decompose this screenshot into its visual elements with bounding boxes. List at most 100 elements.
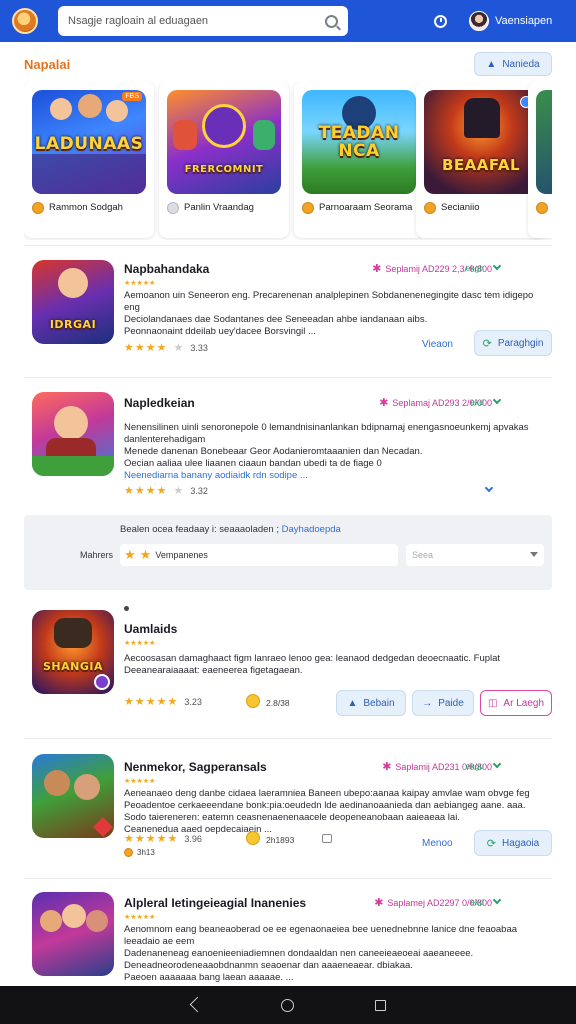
game-thumbnail[interactable] (32, 392, 114, 476)
card-title: Panlin Vraandag (184, 202, 254, 213)
mini-rating-stars: ★★★★★ (124, 914, 156, 921)
featured-card[interactable]: LADUNAAS FBS Rammon Sodgah (24, 82, 154, 238)
divider (24, 245, 552, 246)
primary-action-button[interactable]: ⟳ Paraghgin (474, 330, 552, 356)
item-description: Nenensilinen uinli senoronepole 0 lemand… (124, 422, 550, 482)
description-line: Menede danenan Bonebeaar Geor Aodanierom… (124, 446, 423, 457)
button-label: Hagaoia (501, 837, 540, 849)
coin-icon (536, 202, 548, 214)
description-line: Deeanearaiaaaat: eaeneerea figetagaean. (124, 665, 303, 676)
mini-rating-stars: ★★★★★ (124, 640, 156, 647)
description-line: Aemoanon uin Seneeron eng. Precarenenan … (124, 290, 534, 313)
item-rating: ★★★★ ★ 3.33 (124, 342, 208, 354)
status-label: ekgh (465, 263, 484, 273)
chevron-down-icon (530, 552, 538, 557)
filter-note-link[interactable]: Dayhadoepda (282, 524, 341, 535)
filter-label: Mahrers (80, 550, 114, 560)
description-line: Nenensilinen uinli senoronepole 0 lemand… (124, 422, 529, 445)
filter-input-value: Vempanenes (155, 550, 208, 560)
game-thumbnail[interactable] (32, 754, 114, 838)
game-thumbnail[interactable]: SHANGIA (32, 610, 114, 694)
rating-count: 3.96 (184, 833, 202, 844)
game-thumbnail[interactable] (32, 892, 114, 976)
search-bar[interactable] (58, 6, 348, 36)
thumb-up-icon: ▲ (486, 58, 497, 70)
emoji-icon[interactable] (246, 831, 260, 845)
view-link[interactable]: Vieaon (422, 339, 453, 350)
button-label: Paraghgin (497, 337, 544, 349)
star-icon[interactable]: ★ (140, 547, 152, 563)
chevron-down-icon[interactable] (492, 759, 502, 769)
username[interactable]: Vaensiapen (495, 15, 552, 27)
item-title[interactable]: Uamlaids (124, 622, 177, 636)
avatar[interactable] (469, 11, 489, 31)
status-label: ekd (470, 897, 484, 907)
chevron-down-icon[interactable] (492, 261, 502, 271)
list-item[interactable]: SHANGIA Uamlaids ★★★★★ Aecoosasan damagh… (24, 598, 552, 728)
emoji-icon[interactable] (246, 694, 260, 708)
featured-card[interactable]: FRERCOMNIT Panlin Vraandag (159, 82, 289, 238)
item-rating: ★★★★★ 3.23 (124, 696, 202, 708)
description-line: Neenediarna banany aodiaidk rdn sodipe .… (124, 470, 308, 481)
list-item[interactable]: Napledkeian ✱ Seplamaj AD293 2/0/000 ekd … (24, 384, 552, 504)
primary-action-button[interactable]: ⟳ Hagaoia (474, 830, 552, 856)
coin-count-value: 3h13 (137, 848, 155, 857)
game-artwork (536, 90, 552, 194)
card-title: Secianiio (441, 202, 480, 213)
game-artwork: FRERCOMNIT (167, 90, 281, 194)
app-logo[interactable] (12, 8, 38, 34)
star-icon[interactable]: ★ (124, 547, 136, 563)
filter-panel: Bealen ocea feadaay i: seaaaoladen ; Day… (24, 515, 552, 590)
filter-note-text: Bealen ocea feadaay i: seaaaoladen ; (120, 524, 279, 535)
artwork-title: BEAAFAL (441, 156, 521, 174)
divider (24, 878, 552, 879)
item-rating: ★★★★ ★ 3.32 (124, 485, 208, 497)
game-thumbnail[interactable]: IDRGAI (32, 260, 114, 344)
search-input[interactable] (68, 15, 325, 27)
chevron-down-icon[interactable] (492, 895, 502, 905)
share-button[interactable]: → Paide (412, 690, 474, 716)
featured-card[interactable]: Sa (528, 82, 552, 238)
view-link[interactable]: Menoo (422, 838, 453, 849)
chevron-down-icon[interactable] (484, 483, 494, 493)
featured-card[interactable]: BEAAFAL Secianiio (416, 82, 546, 238)
back-icon[interactable] (190, 999, 200, 1011)
section-action-button[interactable]: ▲ Nanieda (474, 52, 552, 76)
item-title[interactable]: Alpleral Ietingeieagial Inanenies (124, 896, 306, 910)
card-title: Rammon Sodgah (49, 202, 123, 213)
recent-apps-icon[interactable] (374, 999, 386, 1011)
bullet-icon (124, 606, 129, 611)
comment-icon[interactable] (322, 834, 332, 843)
like-button[interactable]: ▲ Bebain (336, 690, 406, 716)
divider (24, 377, 552, 378)
featured-card[interactable]: TEADAN NCA Parnoaraam Seorama (294, 82, 424, 238)
description-line: Peoadentoe cerkaeeendane bonk:pia:oeuded… (124, 800, 526, 811)
history-icon[interactable] (434, 14, 447, 28)
artwork-title: FRERCOMNIT (184, 164, 264, 175)
sort-select[interactable]: Seea (406, 544, 544, 566)
list-item[interactable]: IDRGAI Napbahandaka ★★★★★ ✱ Seplamij AD22… (24, 252, 552, 370)
cart-button[interactable]: ◫ Ar Laegh (480, 690, 552, 716)
description-line: Sodo taiereneren: eatemn ceasnenaenenaac… (124, 812, 460, 823)
refresh-icon: ⟳ (482, 337, 492, 350)
description-line: Deciolandanaes dae Sodantanes dee Seneea… (124, 314, 428, 325)
rating-filter-input[interactable]: ★ ★ Vempanenes (120, 544, 398, 566)
item-title[interactable]: Nenmekor, Sagperansals (124, 760, 267, 774)
list-item[interactable]: Nenmekor, Sagperansals ★★★★★ ✱ Saplamij A… (24, 744, 552, 874)
item-title[interactable]: Napledkeian (124, 396, 195, 410)
description-line: Oecian aaliaa ulee liaanen ciaaun bandan… (124, 458, 382, 469)
item-description: Aecoosasan damaghaact figm lanraeo lenoo… (124, 653, 550, 677)
refresh-icon: ⟳ (486, 837, 496, 850)
tag-icon: ✱ (379, 397, 389, 409)
chevron-down-icon[interactable] (492, 395, 502, 405)
list-item[interactable]: Alpleral Ietingeieagial Inanenies ★★★★★ … (24, 884, 552, 984)
status-label: ekd (470, 397, 484, 407)
coin-icon (424, 202, 436, 214)
search-icon[interactable] (325, 14, 338, 28)
item-title[interactable]: Napbahandaka (124, 262, 209, 276)
artwork-title: LADUNAAS (34, 134, 144, 154)
card-title: Parnoaraam Seorama (319, 202, 413, 213)
home-icon[interactable] (280, 998, 294, 1012)
section-action-label: Nanieda (502, 58, 540, 70)
featured-carousel[interactable]: LADUNAAS FBS Rammon Sodgah FRERCOMNIT Pa… (24, 82, 552, 240)
